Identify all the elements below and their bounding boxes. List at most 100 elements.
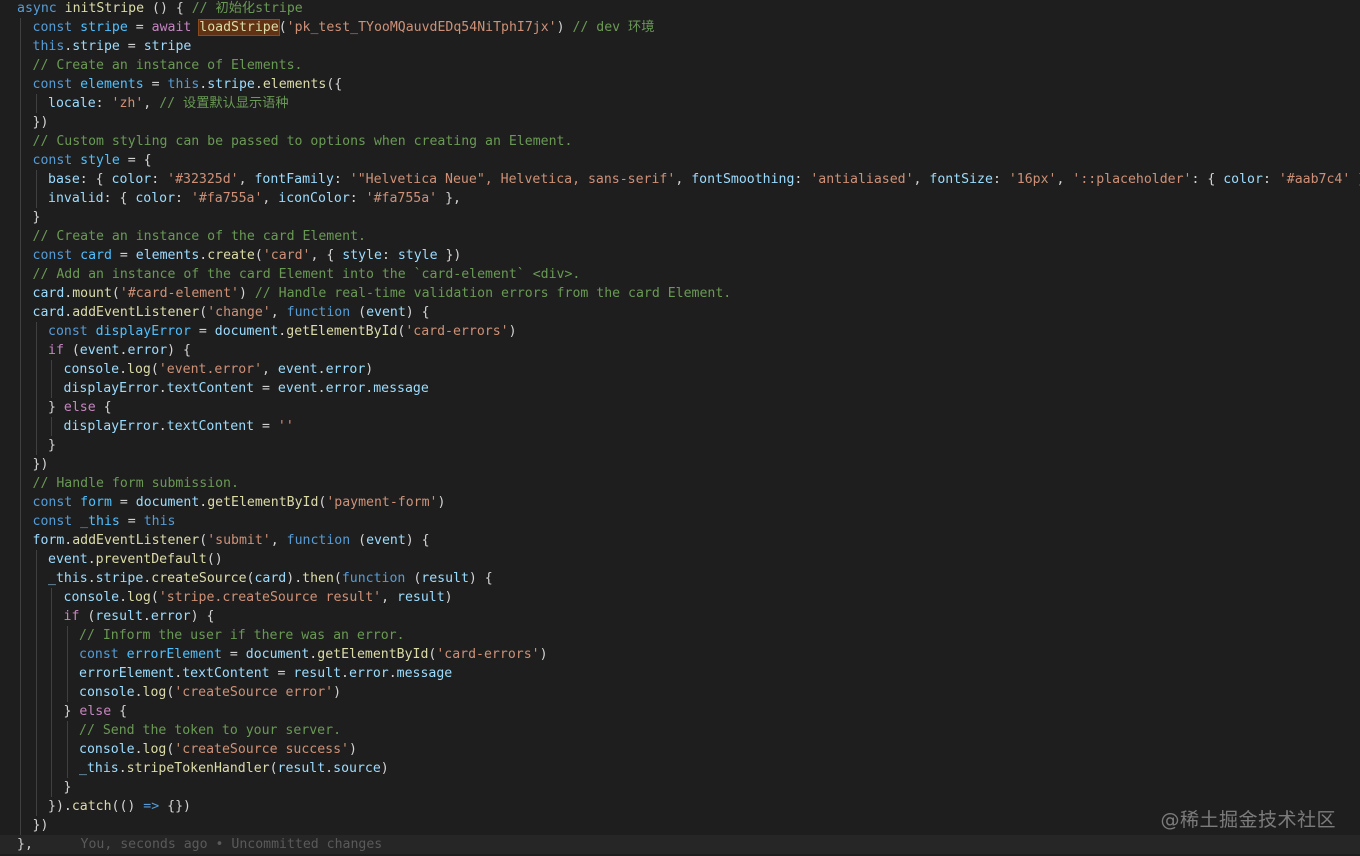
code-line[interactable]: } [0, 208, 1360, 227]
indent-guide [35, 322, 37, 341]
code-line[interactable]: const card = elements.create('card', { s… [0, 246, 1360, 265]
code-token: ) { [468, 571, 493, 586]
code-line[interactable]: card.addEventListener('change', function… [0, 303, 1360, 322]
code-line[interactable]: const form = document.getElementById('pa… [0, 493, 1360, 512]
code-token: 'createSource success' [174, 742, 349, 757]
indent-guide [20, 398, 21, 417]
code-line[interactable]: const elements = this.stripe.elements({ [0, 75, 1360, 94]
code-line[interactable]: _this.stripe.createSource(card).then(fun… [0, 569, 1360, 588]
code-editor[interactable]: async initStripe () { // 初始化stripe const … [0, 0, 1360, 856]
code-line[interactable]: }).catch(() => {}) [0, 797, 1360, 816]
code-line[interactable]: async initStripe () { // 初始化stripe [0, 0, 1360, 18]
code-token: async [17, 1, 57, 16]
code-line[interactable]: form.addEventListener('submit', function… [0, 531, 1360, 550]
code-token: } }, [1350, 172, 1360, 187]
code-line[interactable]: // Create an instance of Elements. [0, 56, 1360, 75]
code-line[interactable]: const displayError = document.getElement… [0, 322, 1360, 341]
code-line[interactable]: }) [0, 113, 1360, 132]
code-token: : [175, 191, 191, 206]
indent-guide [66, 645, 68, 664]
code-text: const form = document.getElementById('pa… [33, 493, 446, 512]
code-token: = [221, 647, 246, 662]
indent-guide [66, 759, 68, 778]
code-line[interactable]: if (result.error) { [0, 607, 1360, 626]
code-line[interactable]: // Handle form submission. [0, 474, 1360, 493]
code-token: error [150, 609, 191, 624]
code-token: = [254, 419, 278, 434]
code-token: ( [278, 20, 287, 35]
code-token: fontSize [929, 172, 993, 187]
code-token: = [254, 381, 278, 396]
code-line[interactable]: displayError.textContent = event.error.m… [0, 379, 1360, 398]
code-token: console [63, 362, 120, 377]
code-token: 'event.error' [158, 362, 263, 377]
highlighted-token: loadStripe [198, 19, 280, 36]
code-text: card.addEventListener('change', function… [33, 303, 430, 322]
code-token: . [158, 419, 167, 434]
code-line[interactable]: } [0, 436, 1360, 455]
indent-guide [35, 664, 37, 683]
code-line[interactable]: console.log('createSource success') [0, 740, 1360, 759]
indent-guide [20, 246, 21, 265]
code-line[interactable]: const style = { [0, 151, 1360, 170]
code-token: error [349, 666, 389, 681]
code-line[interactable]: const stripe = await loadStripe('pk_test… [0, 18, 1360, 37]
code-text: _this.stripeTokenHandler(result.source) [79, 759, 389, 778]
code-token: , [143, 96, 160, 111]
code-line[interactable]: this.stripe = stripe [0, 37, 1360, 56]
code-line[interactable]: invalid: { color: '#fa755a', iconColor: … [0, 189, 1360, 208]
code-line[interactable]: // Send the token to your server. [0, 721, 1360, 740]
code-line[interactable]: _this.stripeTokenHandler(result.source) [0, 759, 1360, 778]
code-token: stripe [80, 20, 128, 35]
code-line[interactable]: const _this = this [0, 512, 1360, 531]
code-token: {}) [159, 799, 191, 814]
code-line[interactable]: }, You, seconds ago • Uncommitted change… [0, 835, 1360, 854]
code-line[interactable]: displayError.textContent = '' [0, 417, 1360, 436]
indent-guide [20, 75, 21, 94]
code-line[interactable]: } else { [0, 398, 1360, 417]
code-line[interactable]: // Add an instance of the card Element i… [0, 265, 1360, 284]
code-token: . [87, 571, 96, 586]
code-text: } else { [48, 398, 112, 417]
code-line[interactable]: locale: 'zh', // 设置默认显示语种 [0, 94, 1360, 113]
code-text: if (event.error) { [48, 341, 191, 360]
code-token: ( [350, 533, 367, 548]
code-token: : [151, 172, 168, 187]
code-line[interactable]: errorElement.textContent = result.error.… [0, 664, 1360, 683]
code-token: () [206, 552, 223, 567]
code-text: form.addEventListener('submit', function… [33, 531, 430, 550]
indent-guide [20, 759, 21, 778]
code-text: _this.stripe.createSource(card).then(fun… [48, 569, 493, 588]
indent-guide [51, 360, 52, 379]
indent-guide [35, 569, 37, 588]
code-line[interactable]: base: { color: '#32325d', fontFamily: '"… [0, 170, 1360, 189]
code-line[interactable]: console.log('stripe.createSource result'… [0, 588, 1360, 607]
code-line[interactable]: if (event.error) { [0, 341, 1360, 360]
code-line[interactable]: // Inform the user if there was an error… [0, 626, 1360, 645]
code-token: 'createSource error' [174, 685, 334, 700]
code-line[interactable]: console.log('event.error', event.error) [0, 360, 1360, 379]
code-line[interactable]: // Custom styling can be passed to optio… [0, 132, 1360, 151]
code-token: . [341, 666, 349, 681]
code-line[interactable]: } [0, 778, 1360, 797]
code-line[interactable]: }) [0, 455, 1360, 474]
code-token: card [32, 286, 65, 301]
code-line[interactable]: event.preventDefault() [0, 550, 1360, 569]
code-line[interactable]: card.mount('#card-element') // Handle re… [0, 284, 1360, 303]
code-token: elements [135, 248, 200, 263]
indent-guide [35, 417, 37, 436]
code-token: 'antialiased' [810, 172, 914, 187]
code-text: console.log('stripe.createSource result'… [64, 588, 453, 607]
indent-guide [66, 626, 68, 645]
code-line[interactable]: // Create an instance of the card Elemen… [0, 227, 1360, 246]
git-blame-annotation: You, seconds ago • Uncommitted changes [32, 837, 383, 852]
code-line[interactable]: }) [0, 816, 1360, 835]
indent-guide [20, 94, 21, 113]
code-token: addEventListener [72, 305, 200, 320]
code-line[interactable]: console.log('createSource error') [0, 683, 1360, 702]
code-line[interactable]: } else { [0, 702, 1360, 721]
indent-guide [35, 550, 37, 569]
code-line[interactable]: const errorElement = document.getElement… [0, 645, 1360, 664]
